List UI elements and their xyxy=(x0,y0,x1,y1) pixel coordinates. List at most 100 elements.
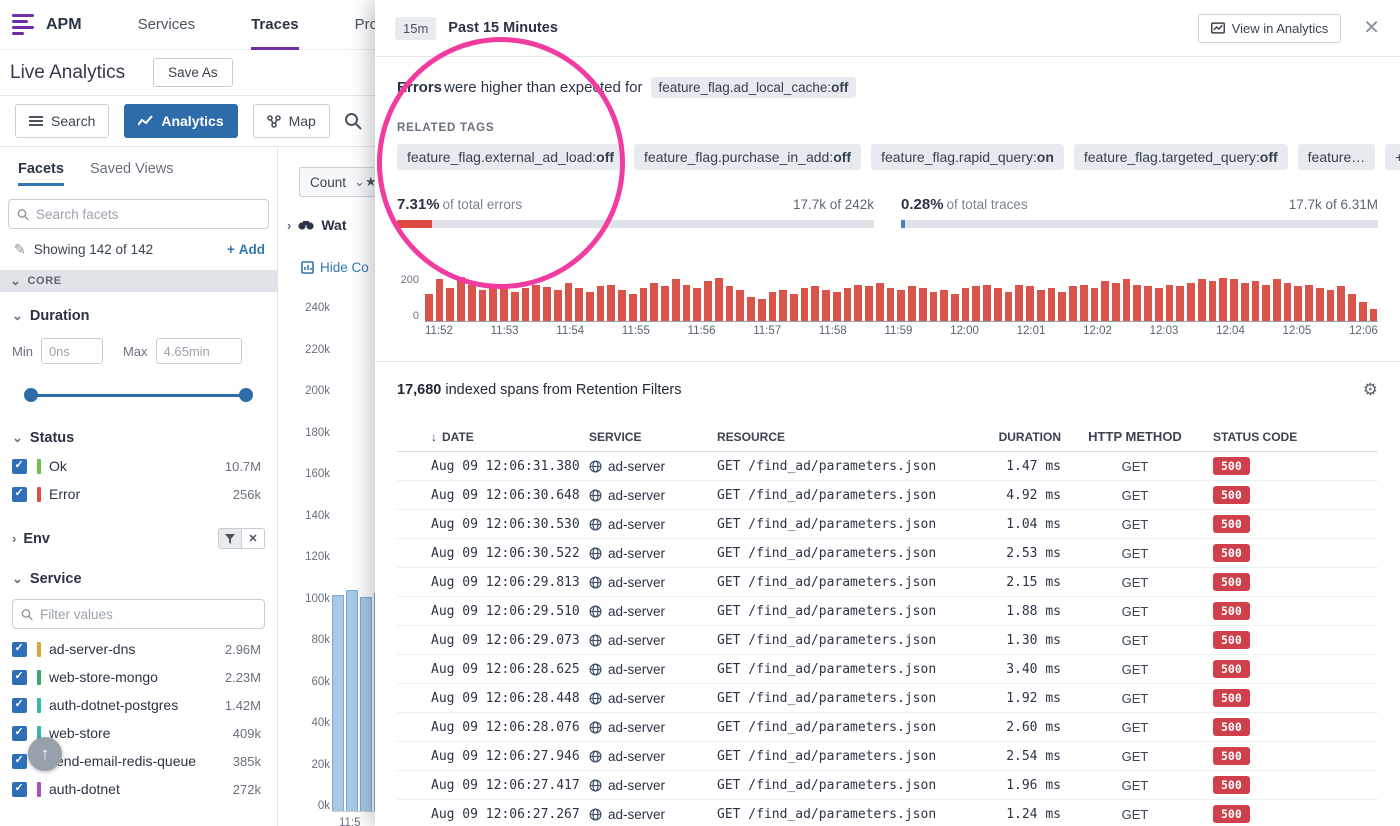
chart-bar[interactable] xyxy=(436,279,444,321)
chart-bar[interactable] xyxy=(346,590,358,811)
chart-bar[interactable] xyxy=(1219,278,1227,321)
chart-bar[interactable] xyxy=(1015,285,1023,321)
service-row[interactable]: ad-server-dns 2.96M xyxy=(12,641,265,657)
chart-bar[interactable] xyxy=(425,294,433,321)
chart-bar[interactable] xyxy=(1037,290,1045,321)
chart-bar[interactable] xyxy=(446,288,454,321)
span-row[interactable]: Aug 09 12:06:27.267 ad-server GET /find_… xyxy=(397,800,1378,826)
more-tags-pill[interactable]: +1 xyxy=(1385,144,1400,170)
chart-bar[interactable] xyxy=(1080,285,1088,321)
column-date[interactable]: ↓ DATE xyxy=(431,430,589,444)
chart-bar[interactable] xyxy=(1026,286,1034,321)
slider-handle-max[interactable] xyxy=(239,388,253,402)
chart-bar[interactable] xyxy=(586,292,594,321)
chart-bar[interactable] xyxy=(1176,286,1184,321)
status-row[interactable]: Error 256k xyxy=(12,486,265,502)
clear-filter-icon[interactable]: ✕ xyxy=(241,528,265,549)
chart-bar[interactable] xyxy=(575,288,583,321)
tab-saved-views[interactable]: Saved Views xyxy=(90,161,174,186)
checkbox-checked[interactable] xyxy=(12,782,27,797)
chart-bar[interactable] xyxy=(887,288,895,321)
checkbox-checked[interactable] xyxy=(12,642,27,657)
chart-bar[interactable] xyxy=(983,285,991,321)
chart-bar[interactable] xyxy=(865,286,873,321)
chart-bar[interactable] xyxy=(1327,290,1335,321)
tab-analytics[interactable]: Analytics xyxy=(124,104,237,138)
tab-facets[interactable]: Facets xyxy=(18,161,64,186)
duration-min-input[interactable] xyxy=(41,338,103,364)
chart-bar[interactable] xyxy=(1273,279,1281,321)
chart-bar[interactable] xyxy=(1048,288,1056,321)
chart-bar[interactable] xyxy=(1209,281,1217,321)
chart-bar[interactable] xyxy=(919,288,927,321)
checkbox-checked[interactable] xyxy=(12,726,27,741)
service-row[interactable]: auth-dotnet-postgres 1.42M xyxy=(12,697,265,713)
gear-icon[interactable]: ⚙ xyxy=(1363,380,1378,400)
chart-bar[interactable] xyxy=(972,286,980,321)
chart-bar[interactable] xyxy=(489,286,497,321)
chart-bar[interactable] xyxy=(1187,283,1195,321)
chart-bar[interactable] xyxy=(876,283,884,321)
checkbox-checked[interactable] xyxy=(12,754,27,769)
chart-bar[interactable] xyxy=(758,299,766,321)
span-row[interactable]: Aug 09 12:06:29.510 ad-server GET /find_… xyxy=(397,597,1378,626)
chart-bar[interactable] xyxy=(854,285,862,321)
span-row[interactable]: Aug 09 12:06:30.522 ad-server GET /find_… xyxy=(397,539,1378,568)
count-chart[interactable] xyxy=(332,302,376,812)
tab-search[interactable]: Search xyxy=(15,104,109,138)
column-status-code[interactable]: STATUS CODE xyxy=(1199,430,1378,444)
chart-bar[interactable] xyxy=(897,290,905,321)
facet-search-input[interactable] xyxy=(36,207,260,222)
view-in-analytics-button[interactable]: View in Analytics xyxy=(1198,14,1342,43)
nav-item-traces[interactable]: Traces xyxy=(251,0,299,50)
chart-bar[interactable] xyxy=(565,283,573,321)
chart-bar[interactable] xyxy=(1069,286,1077,321)
checkbox-checked[interactable] xyxy=(12,487,27,502)
chart-bar[interactable] xyxy=(747,297,755,321)
chart-bar[interactable] xyxy=(801,288,809,321)
chart-bar[interactable] xyxy=(844,288,852,321)
chart-bar[interactable] xyxy=(1294,286,1302,321)
chart-bar[interactable] xyxy=(532,285,540,321)
chart-bar[interactable] xyxy=(1101,281,1109,321)
span-row[interactable]: Aug 09 12:06:30.530 ad-server GET /find_… xyxy=(397,510,1378,539)
chart-bar[interactable] xyxy=(618,290,626,321)
service-row[interactable]: web-store-mongo 2.23M xyxy=(12,669,265,685)
related-tag-pill[interactable]: feature_flag.targeted_query:off xyxy=(1074,144,1288,170)
chart-bar[interactable] xyxy=(951,294,959,321)
chart-bar[interactable] xyxy=(822,290,830,321)
span-row[interactable]: Aug 09 12:06:28.625 ad-server GET /find_… xyxy=(397,655,1378,684)
close-icon[interactable]: ✕ xyxy=(1363,18,1380,38)
chart-bar[interactable] xyxy=(908,286,916,321)
chart-bar[interactable] xyxy=(693,288,701,321)
duration-header[interactable]: ⌄ Duration xyxy=(12,308,265,324)
column-http-method[interactable]: HTTP METHOD xyxy=(1071,429,1199,444)
chart-bar[interactable] xyxy=(962,288,970,321)
core-section-header[interactable]: ⌄ CORE xyxy=(0,270,277,292)
chart-bar[interactable] xyxy=(683,285,691,321)
status-row[interactable]: Ok 10.7M xyxy=(12,458,265,474)
add-facet-button[interactable]: + Add xyxy=(227,242,265,257)
watchdog-section[interactable]: › Wat xyxy=(287,217,347,233)
span-row[interactable]: Aug 09 12:06:27.946 ad-server GET /find_… xyxy=(397,742,1378,771)
related-tag-pill[interactable]: feature_flag.purchase_in_add:off xyxy=(634,144,861,170)
hide-controls-link[interactable]: Hide Co xyxy=(301,260,369,275)
tab-map[interactable]: Map xyxy=(253,104,330,138)
chart-bar[interactable] xyxy=(554,290,562,321)
chart-bar[interactable] xyxy=(597,286,605,321)
scroll-to-top-button[interactable]: ↑ xyxy=(28,737,62,771)
service-header[interactable]: ⌄ Service xyxy=(12,571,265,587)
chart-bar[interactable] xyxy=(629,294,637,321)
chart-bar[interactable] xyxy=(522,288,530,321)
chart-bar[interactable] xyxy=(511,292,519,321)
chart-bar[interactable] xyxy=(1230,279,1238,321)
span-row[interactable]: Aug 09 12:06:29.073 ad-server GET /find_… xyxy=(397,626,1378,655)
column-duration[interactable]: DURATION xyxy=(979,430,1071,444)
chart-bar[interactable] xyxy=(468,285,476,321)
chart-bar[interactable] xyxy=(1252,281,1260,321)
search-icon[interactable] xyxy=(344,112,362,135)
chart-bar[interactable] xyxy=(1359,302,1367,321)
chart-bar[interactable] xyxy=(715,278,723,321)
time-range-badge[interactable]: 15m xyxy=(395,17,436,40)
checkbox-checked[interactable] xyxy=(12,459,27,474)
